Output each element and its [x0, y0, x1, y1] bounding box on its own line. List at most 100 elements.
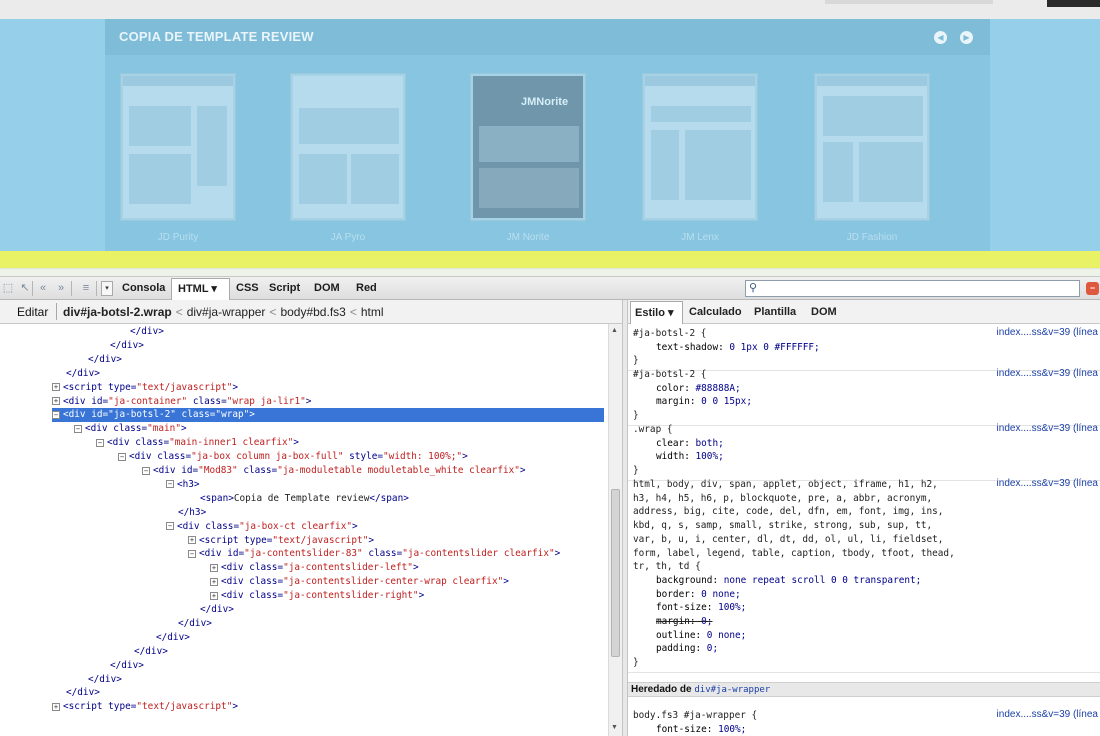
thumbnail-label[interactable]: JD Purity [120, 232, 236, 243]
thumbnail-jm-lenx[interactable] [642, 73, 758, 221]
css-selector[interactable]: .wrap { [633, 423, 673, 436]
edit-button[interactable]: Editar [17, 305, 48, 319]
tab-dom[interactable]: DOM [314, 282, 340, 294]
tree-node[interactable]: </div> [130, 325, 164, 339]
thumbnail-ja-pyro[interactable] [290, 73, 406, 221]
expand-icon[interactable]: + [210, 563, 218, 572]
tree-node[interactable]: − <div id="ja-contentslider-83" class="ja… [188, 547, 560, 561]
tab-computed[interactable]: Calculado [689, 306, 742, 318]
css-selector[interactable]: tr, th, td { [633, 560, 701, 573]
collapse-icon[interactable]: − [142, 466, 150, 475]
close-devtools-icon[interactable]: − [1086, 282, 1099, 295]
tree-node[interactable]: <span>Copia de Template review</span> [200, 492, 409, 506]
tab-css[interactable]: CSS [236, 282, 259, 294]
thumbnail-jd-purity[interactable] [120, 73, 236, 221]
css-property[interactable]: width: 100%; [656, 450, 724, 463]
thumbnail-label[interactable]: JA Pyro [290, 232, 406, 243]
css-selector[interactable]: var, b, u, i, center, dl, dt, dd, ol, ul… [633, 533, 943, 546]
thumbnail-label[interactable]: JM Lenx [642, 232, 758, 243]
inherited-ref-link[interactable]: div#ja-wrapper [694, 685, 770, 695]
breadcrumb-item[interactable]: div#ja-wrapper [187, 305, 266, 319]
css-property[interactable]: font-size: 100%; [656, 601, 746, 614]
tree-node[interactable]: </div> [178, 617, 212, 631]
tree-node[interactable]: + <div class="ja-contentslider-left"> [210, 561, 419, 575]
css-source-link[interactable]: index....ss&v=39 (línea [997, 327, 1098, 338]
css-property[interactable]: outline: 0 none; [656, 629, 746, 642]
tree-node[interactable]: </div> [110, 659, 144, 673]
css-source-link[interactable]: index....ss&v=39 (línea [997, 423, 1098, 434]
tree-node[interactable]: </div> [200, 603, 234, 617]
css-selector[interactable]: #ja-botsl-2 { [633, 368, 706, 381]
tree-node[interactable]: </div> [88, 353, 122, 367]
tree-node[interactable]: </div> [66, 367, 100, 381]
tree-node[interactable]: </h3> [178, 506, 206, 520]
expand-icon[interactable]: + [52, 702, 60, 711]
thumbnail-label[interactable]: JD Fashion [814, 232, 930, 243]
css-property[interactable]: color: #88888A; [656, 382, 741, 395]
css-source-link[interactable]: index....ss&v=39 (línea [997, 709, 1098, 720]
inspect-pointer-icon[interactable]: ↖ [18, 281, 32, 295]
css-selector[interactable]: } [633, 354, 639, 367]
tab-layout[interactable]: Plantilla [754, 306, 796, 318]
html-tree-scrollbar[interactable]: ▲ ▼ [608, 324, 622, 736]
css-property[interactable]: padding: 0; [656, 642, 718, 655]
thumbnail-jd-fashion[interactable] [814, 73, 930, 221]
expand-icon[interactable]: + [188, 536, 196, 544]
tree-node[interactable]: − <div id="Mod83" class="ja-moduletable m… [142, 464, 526, 478]
inspect-icon[interactable]: ⬚ [1, 281, 15, 295]
css-selector[interactable]: h3, h4, h5, h6, p, blockquote, pre, a, a… [633, 492, 932, 505]
css-selector[interactable]: body.fs3 #ja-wrapper { [633, 709, 757, 722]
collapse-icon[interactable]: − [166, 480, 174, 489]
css-source-link[interactable]: index....ss&v=39 (línea [997, 368, 1098, 379]
tab-console[interactable]: Consola [122, 282, 165, 294]
css-property[interactable]: text-shadow: 0 1px 0 #FFFFFF; [656, 341, 820, 354]
tree-node[interactable]: </div> [110, 339, 144, 353]
forward-icon[interactable]: » [54, 281, 68, 295]
tree-node[interactable]: + <script type="text/javascript"> [188, 534, 374, 548]
collapse-icon[interactable]: − [74, 424, 82, 433]
expand-icon[interactable]: + [210, 577, 218, 586]
overridden-css-property[interactable]: margin: 0; [656, 615, 712, 628]
search-input[interactable]: ⚲ [745, 280, 1080, 297]
collapse-icon[interactable]: − [96, 438, 104, 447]
selected-tree-node[interactable]: − <div id="ja-botsl-2" class="wrap"> [52, 408, 604, 423]
tree-node[interactable]: − <div class="ja-box-ct clearfix"> [166, 520, 358, 534]
thumbnail-label[interactable]: JM Norite [470, 232, 586, 243]
tab-net[interactable]: Red [356, 282, 377, 294]
tab-html[interactable]: HTML ▾ [178, 282, 217, 295]
css-selector[interactable]: html, body, div, span, applet, object, i… [633, 478, 938, 491]
tab-side-dom[interactable]: DOM [811, 306, 837, 318]
scroll-up-icon[interactable]: ▲ [611, 327, 618, 334]
tree-node[interactable]: + <div class="ja-contentslider-center-wra… [210, 575, 509, 589]
tree-node[interactable]: − <div class="main-inner1 clearfix"> [96, 436, 299, 450]
css-selector[interactable]: kbd, q, s, samp, small, strike, strong, … [633, 519, 932, 532]
css-property[interactable]: background: none repeat scroll 0 0 trans… [656, 574, 921, 587]
menu-icon[interactable]: ≡ [79, 281, 93, 295]
css-property[interactable]: font-size: 100%; [656, 723, 746, 736]
css-selector[interactable]: form, label, legend, table, caption, tbo… [633, 547, 955, 560]
tree-node[interactable]: + <script type="text/javascript"> [52, 381, 238, 395]
tree-node[interactable]: + <script type="text/javascript"> [52, 700, 238, 714]
collapse-icon[interactable]: − [118, 452, 126, 461]
tab-script[interactable]: Script [269, 282, 300, 294]
css-property[interactable]: border: 0 none; [656, 588, 741, 601]
breadcrumb-item[interactable]: body#bd.fs3 [280, 305, 345, 319]
css-source-link[interactable]: index....ss&v=39 (línea [997, 478, 1098, 489]
breadcrumb-item[interactable]: html [361, 305, 384, 319]
tree-node[interactable]: </div> [134, 645, 168, 659]
css-selector[interactable]: } [633, 464, 639, 477]
scroll-down-icon[interactable]: ▼ [611, 724, 618, 731]
top-corner-button[interactable] [1047, 0, 1100, 7]
back-icon[interactable]: « [36, 281, 50, 295]
slider-next-icon[interactable]: ▶ [960, 31, 973, 44]
tree-node[interactable]: </div> [88, 673, 122, 687]
expand-icon[interactable]: + [52, 383, 60, 392]
expand-icon[interactable]: + [52, 397, 60, 405]
collapse-icon[interactable]: − [52, 410, 60, 419]
css-selector[interactable]: address, big, cite, code, del, dfn, em, … [633, 505, 943, 518]
collapse-icon[interactable]: − [166, 522, 174, 531]
slider-prev-icon[interactable]: ◀ [934, 31, 947, 44]
css-property[interactable]: clear: both; [656, 437, 724, 450]
css-selector[interactable]: #ja-botsl-2 { [633, 327, 706, 340]
css-property[interactable]: margin: 0 0 15px; [656, 395, 752, 408]
